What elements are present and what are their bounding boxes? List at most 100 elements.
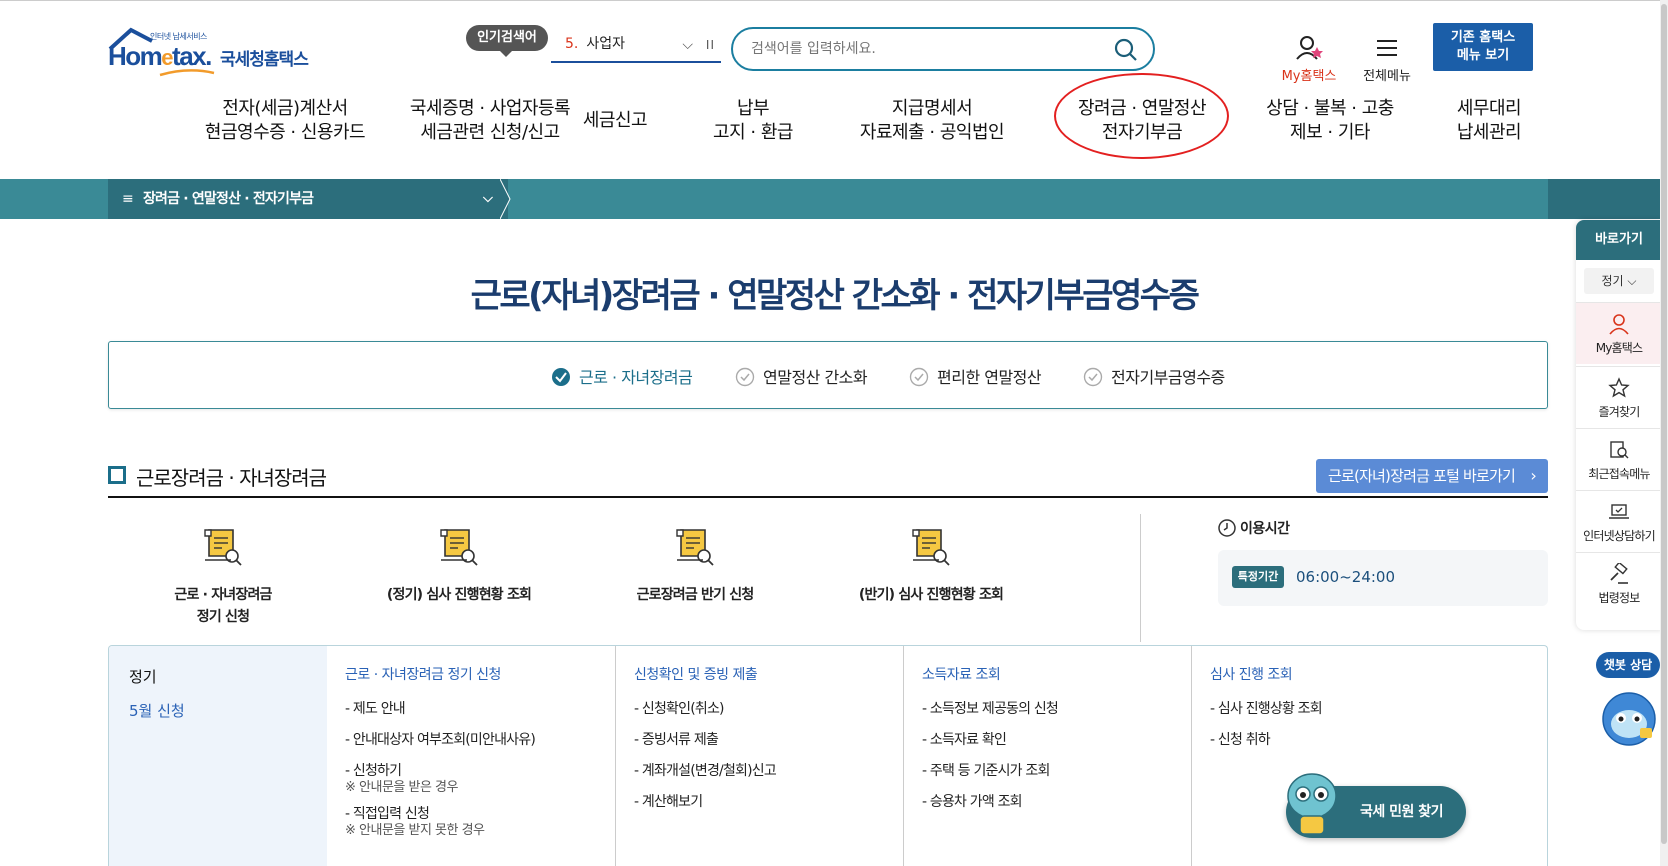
check-circle-icon	[735, 367, 755, 387]
list-item[interactable]: - 신청하기 ※ 안내문을 받은 경우	[345, 756, 535, 795]
star-icon	[1608, 377, 1630, 398]
laptop-icon	[1609, 504, 1629, 519]
column-heading[interactable]: 소득자료 조회	[922, 664, 1001, 684]
all-menu-button[interactable]: 전체메뉴	[1354, 35, 1420, 84]
document-search-icon	[912, 529, 950, 566]
tab-e-donation-receipt[interactable]: 전자기부금영수증	[1083, 364, 1225, 388]
list-item[interactable]: - 승용차 가액 조회	[922, 787, 1058, 818]
quick-my-hometax[interactable]: My홈택스	[1576, 302, 1662, 364]
mascot-icon	[1287, 773, 1337, 835]
column-heading[interactable]: 심사 진행 조회	[1210, 664, 1293, 684]
gnb-tax-return[interactable]: 세금신고	[560, 109, 670, 133]
tab-year-end-simplified[interactable]: 연말정산 간소화	[735, 364, 868, 388]
incentive-portal-button[interactable]: 근로(자녀)장려금 포털 바로가기 ›	[1316, 459, 1548, 493]
list-item-note: ※ 안내문을 받지 못한 경우	[345, 823, 485, 838]
document-search-icon	[440, 529, 478, 566]
list-item[interactable]: - 제도 안내	[345, 694, 535, 725]
tab-convenient-year-end[interactable]: 편리한 연말정산	[909, 364, 1042, 388]
popular-search-badge: 인기검색어	[466, 25, 548, 57]
period-badge: 특정기간	[1232, 566, 1284, 588]
list-item[interactable]: - 신청 취하	[1210, 725, 1322, 756]
main-navigation: 전자(세금)계산서 현금영수증 · 신용카드 국세증명 · 사업자등록 세금관련 신…	[0, 97, 1668, 153]
tab-bar: 근로 · 자녀장려금 연말정산 간소화 편리한 연말정산 전자기부금영수증	[108, 341, 1548, 409]
highlight-oval	[1054, 73, 1229, 159]
search-icon[interactable]	[1113, 37, 1139, 63]
check-circle-icon	[909, 367, 929, 387]
user-icon	[1609, 314, 1629, 335]
list-item[interactable]: - 계좌개설(변경/철회)신고	[634, 756, 777, 787]
service-half-year-application[interactable]: 근로장려금 반기 신청	[580, 520, 810, 606]
list-item[interactable]: - 소득정보 제공동의 신청	[922, 694, 1059, 725]
quick-favorites[interactable]: 즐겨찾기	[1576, 366, 1662, 428]
search-box	[731, 27, 1155, 71]
popular-search-rolling[interactable]: 5. 사업자 ⌵ II	[551, 31, 721, 63]
tab-incentive[interactable]: 근로 · 자녀장려금	[551, 364, 693, 388]
list-item[interactable]: - 심사 진행상황 조회	[1210, 694, 1323, 725]
quick-internet-consult[interactable]: 인터넷상담하기	[1576, 490, 1662, 552]
check-circle-icon	[1083, 367, 1103, 387]
list-item[interactable]: - 주택 등 기준시가 조회	[922, 756, 1058, 787]
usage-time-title: 이용시간	[1218, 518, 1290, 538]
logo-swoosh-icon	[159, 69, 215, 77]
section-title: 근로장려금 · 자녀장려금	[136, 466, 327, 490]
breadcrumb-divider-icon	[500, 179, 511, 219]
gnb-consult[interactable]: 상담 · 불복 · 고충 제보 · 기타	[1246, 97, 1414, 145]
list-item-note: ※ 안내문을 받은 경우	[345, 780, 458, 795]
chatbot-label[interactable]: 챗봇 상담	[1596, 652, 1660, 678]
document-search-icon	[204, 529, 242, 566]
current-menu-dropdown[interactable]: ≡ 장려금 · 연말정산 · 전자기부금 ⌵	[108, 179, 508, 219]
list-item[interactable]: - 소득자료 확인	[922, 725, 1058, 756]
user-icon	[1296, 36, 1323, 60]
search-input[interactable]	[751, 37, 1111, 61]
usage-time-value: 06:00~24:00	[1296, 568, 1396, 586]
chatbot-mascot-icon[interactable]	[1600, 690, 1658, 748]
grid-column-confirm-evidence: 신청확인 및 증빙 제출 - 신청확인(취소) - 증빙서류 제출 - 계좌개설…	[615, 646, 903, 866]
grid-period-cell: 정기 5월 신청	[109, 646, 327, 866]
scrollbar-thumb[interactable]	[1661, 4, 1667, 844]
period-title: 정기	[129, 668, 157, 686]
gnb-payment[interactable]: 납부 고지 · 환급	[693, 97, 813, 145]
logo-wordmark: Hometax.	[108, 41, 212, 71]
quick-menu-select[interactable]: 정기 ⌵	[1584, 268, 1654, 294]
column-heading[interactable]: 근로 · 자녀장려금 정기 신청	[345, 664, 501, 684]
chevron-right-icon: ›	[1530, 466, 1536, 485]
list-item[interactable]: - 직접입력 신청 ※ 안내문을 받지 못한 경우	[345, 799, 535, 838]
my-hometax-link[interactable]: My홈택스	[1276, 35, 1342, 84]
menu-icon: ≡	[122, 191, 134, 207]
clock-icon	[1218, 519, 1236, 537]
gnb-payment-statement[interactable]: 지급명세서 자료제출 · 공익법인	[832, 97, 1032, 145]
column-heading[interactable]: 신청확인 및 증빙 제출	[634, 664, 758, 684]
service-regular-review-status[interactable]: (정기) 심사 진행현황 조회	[344, 520, 574, 606]
section-square-icon	[108, 466, 129, 487]
list-item[interactable]: - 증빙서류 제출	[634, 725, 776, 756]
hometax-logo[interactable]: 인터넷 납세서비스 Hometax. 국세청홈택스	[108, 23, 318, 77]
grid-column-regular-apply: 근로 · 자녀장려금 정기 신청 - 제도 안내 - 안내대상자 여부조회(미안…	[327, 646, 615, 866]
list-item[interactable]: - 신청확인(취소)	[634, 694, 776, 725]
pause-icon[interactable]: II	[706, 32, 715, 58]
service-half-year-review-status[interactable]: (반기) 심사 진행현황 조회	[816, 520, 1046, 606]
recent-search-icon	[1610, 441, 1629, 459]
header: 인터넷 납세서비스 Hometax. 국세청홈택스 인기검색어 5. 사업자 ⌵ …	[0, 0, 1668, 168]
service-regular-application[interactable]: 근로 · 자녀장려금 정기 신청	[108, 520, 338, 628]
quick-recent-menu[interactable]: 최근접속메뉴	[1576, 428, 1662, 490]
section-header: 근로장려금 · 자녀장려금 근로(자녀)장려금 포털 바로가기 ›	[108, 459, 1548, 498]
grid-column-income-data: 소득자료 조회 - 소득정보 제공동의 신청 - 소득자료 확인 - 주택 등 …	[903, 646, 1191, 866]
hamburger-icon	[1377, 40, 1397, 56]
list-item[interactable]: - 계산해보기	[634, 787, 776, 818]
page-scrollbar[interactable]	[1660, 0, 1668, 866]
sub-navigation-bar: ≡ 장려금 · 연말정산 · 전자기부금 ⌵	[0, 179, 1668, 219]
check-circle-filled-icon	[552, 368, 570, 386]
quick-menu-title: 바로가기	[1576, 220, 1662, 260]
gavel-icon	[1610, 563, 1628, 584]
old-hometax-menu-button[interactable]: 기존 홈택스 메뉴 보기	[1433, 23, 1533, 71]
page-title: 근로(자녀)장려금 · 연말정산 간소화 · 전자기부금영수증	[470, 276, 1200, 316]
quick-law-info[interactable]: 법령정보	[1576, 552, 1662, 614]
period-subtitle: 5월 신청	[129, 702, 185, 720]
chevron-down-icon: ⌵	[1627, 274, 1637, 288]
subnav-right-block	[1548, 179, 1668, 219]
gnb-tax-agent[interactable]: 세무대리 납세관리	[1434, 97, 1544, 145]
document-search-icon	[676, 529, 714, 566]
list-item[interactable]: - 안내대상자 여부조회(미안내사유)	[345, 725, 536, 756]
vertical-divider	[1140, 514, 1141, 642]
chevron-down-icon[interactable]: ⌵	[682, 32, 693, 58]
